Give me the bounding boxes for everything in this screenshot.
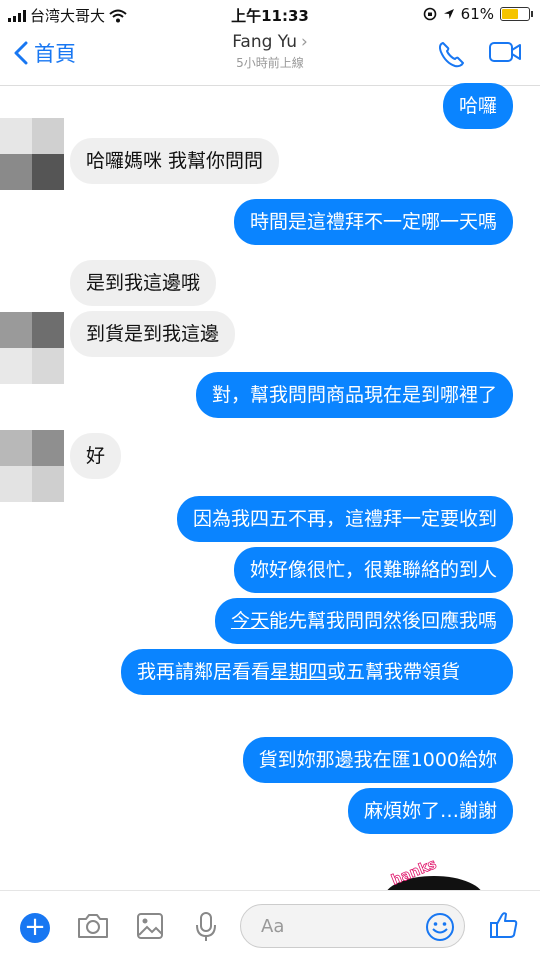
- chevron-right-icon: ›: [301, 32, 308, 52]
- avatar: [0, 312, 65, 390]
- video-icon[interactable]: [488, 40, 522, 64]
- message-bubble-outgoing[interactable]: 貨到妳那邊我在匯1000給妳: [242, 737, 513, 783]
- location-icon: [443, 9, 454, 19]
- thanks-sticker[interactable]: hanks: [360, 852, 500, 892]
- thumbs-up-icon[interactable]: [488, 909, 520, 941]
- message-bubble-outgoing[interactable]: 妳好像很忙，很難聯絡的到人: [233, 547, 513, 593]
- avatar: [0, 118, 65, 196]
- battery-percent: 61%: [460, 5, 494, 23]
- message-bubble-incoming[interactable]: 是到我這邊哦: [70, 260, 217, 306]
- emoji-icon[interactable]: [424, 911, 456, 943]
- composer-bar: + Aa: [0, 890, 540, 960]
- message-text: 我再請鄰居看看: [137, 661, 271, 683]
- message-bubble-outgoing[interactable]: 哈囉: [442, 83, 513, 129]
- contact-name: Fang Yu: [232, 32, 297, 52]
- message-text: 或五幫我帶領貨: [327, 661, 461, 683]
- message-underlined-text: 今天: [230, 610, 269, 632]
- avatar: [0, 430, 65, 508]
- plus-icon[interactable]: +: [20, 913, 50, 943]
- battery-icon: [500, 7, 533, 21]
- message-underlined-text: 星期四: [270, 661, 328, 683]
- image-icon[interactable]: [136, 911, 164, 941]
- message-bubble-outgoing[interactable]: 今天能先幫我問問然後回應我嗎: [214, 598, 513, 644]
- camera-icon[interactable]: [76, 911, 110, 941]
- message-bubble-incoming[interactable]: 好: [70, 433, 122, 479]
- message-bubble-outgoing[interactable]: 對，幫我問問商品現在是到哪裡了: [195, 372, 513, 418]
- message-bubble-outgoing[interactable]: 我再請鄰居看看星期四或五幫我帶領貨: [121, 649, 513, 695]
- conversation-header: 首頁 Fang Yu › 5小時前上線: [0, 28, 540, 86]
- message-bubble-outgoing[interactable]: 麻煩妳了…謝謝: [347, 788, 513, 834]
- status-right: 61%: [423, 5, 533, 23]
- message-bubble-incoming[interactable]: 到貨是到我這邊: [70, 311, 236, 357]
- microphone-icon[interactable]: [194, 911, 218, 943]
- message-bubble-incoming[interactable]: 哈囉媽咪 我幫你問問: [70, 138, 280, 184]
- message-bubble-outgoing[interactable]: 時間是這禮拜不一定哪一天嗎: [233, 199, 513, 245]
- phone-icon[interactable]: [436, 40, 466, 70]
- message-input-placeholder: Aa: [261, 916, 285, 937]
- message-bubble-outgoing[interactable]: 因為我四五不再，這禮拜一定要收到: [176, 496, 513, 542]
- rotation-lock-icon: [423, 7, 436, 21]
- message-text: 能先幫我問問然後回應我嗎: [268, 610, 497, 632]
- status-bar: 台湾大哥大 上午11:33 61%: [0, 0, 540, 28]
- message-input[interactable]: Aa: [240, 904, 465, 948]
